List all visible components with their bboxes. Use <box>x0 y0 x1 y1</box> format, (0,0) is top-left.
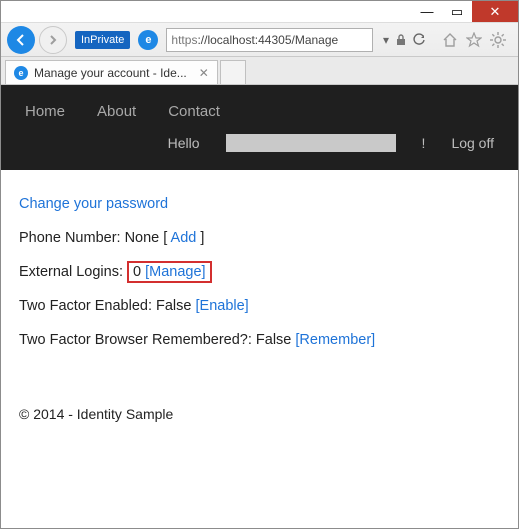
browser-remembered-row: Two Factor Browser Remembered?: False [R… <box>19 332 500 348</box>
gear-icon[interactable] <box>490 32 506 48</box>
logoff-link[interactable]: Log off <box>451 135 494 151</box>
hello-text: Hello <box>168 135 200 151</box>
nav-about[interactable]: About <box>97 103 136 120</box>
browser-tab[interactable]: e Manage your account - Ide... ✕ <box>5 60 218 84</box>
tab-strip: e Manage your account - Ide... ✕ <box>1 57 518 85</box>
external-logins-highlight: 0 [Manage] <box>127 261 212 283</box>
ie-logo-icon: e <box>138 30 158 50</box>
two-factor-row: Two Factor Enabled: False [Enable] <box>19 298 500 314</box>
browser-window: — ▭ ✕ InPrivate e https://localhost:4430… <box>0 0 519 529</box>
url-text: ://localhost:44305/Manage <box>197 33 338 47</box>
hello-bang: ! <box>422 135 426 151</box>
browser-toolbar: InPrivate e https://localhost:44305/Mana… <box>1 23 518 57</box>
refresh-icon[interactable] <box>413 33 426 46</box>
two-factor-label: Two Factor Enabled: False <box>19 298 196 314</box>
external-logins-label: External Logins: <box>19 264 123 280</box>
page-viewport: Home About Contact Hello ! Log off Chang… <box>1 85 518 528</box>
copyright-text: © 2014 - Identity Sample <box>19 406 173 422</box>
browser-remembered-label: Two Factor Browser Remembered?: False <box>19 332 295 348</box>
external-logins-manage-link[interactable]: [Manage] <box>145 264 205 280</box>
username-redacted <box>226 134 396 152</box>
window-titlebar: — ▭ ✕ <box>1 1 518 23</box>
lock-icon <box>395 34 407 46</box>
manage-content: Change your password Phone Number: None … <box>1 170 518 382</box>
inprivate-badge: InPrivate <box>75 31 130 49</box>
page-footer: © 2014 - Identity Sample <box>1 382 518 446</box>
address-bar[interactable]: https://localhost:44305/Manage <box>166 28 373 52</box>
browser-remember-link[interactable]: [Remember] <box>295 332 375 348</box>
new-tab-button[interactable] <box>220 60 246 84</box>
arrow-left-icon <box>14 33 28 47</box>
ie-favicon-icon: e <box>14 66 28 80</box>
dropdown-icon[interactable]: ▾ <box>383 33 389 47</box>
phone-label: Phone Number: None [ <box>19 230 171 246</box>
home-icon[interactable] <box>442 32 458 48</box>
phone-close-bracket: ] <box>196 230 204 246</box>
close-button[interactable]: ✕ <box>472 1 518 22</box>
arrow-right-icon <box>47 34 59 46</box>
url-scheme: https <box>171 33 197 47</box>
phone-add-link[interactable]: Add <box>171 230 197 246</box>
nav-home[interactable]: Home <box>25 103 65 120</box>
tab-close-icon[interactable]: ✕ <box>199 66 209 80</box>
back-button[interactable] <box>7 26 35 54</box>
maximize-button[interactable]: ▭ <box>442 1 472 22</box>
external-logins-count: 0 <box>133 264 141 280</box>
site-navbar: Home About Contact Hello ! Log off <box>1 85 518 170</box>
address-bar-icons: ▾ <box>377 33 432 47</box>
two-factor-enable-link[interactable]: [Enable] <box>196 298 249 314</box>
forward-button[interactable] <box>39 26 67 54</box>
tab-title: Manage your account - Ide... <box>34 66 187 80</box>
phone-row: Phone Number: None [ Add ] <box>19 230 500 246</box>
star-icon[interactable] <box>466 32 482 48</box>
nav-contact[interactable]: Contact <box>168 103 220 120</box>
external-logins-row: External Logins: 0 [Manage] <box>19 264 500 280</box>
minimize-button[interactable]: — <box>412 1 442 22</box>
toolbar-right <box>436 32 512 48</box>
change-password-link[interactable]: Change your password <box>19 196 168 212</box>
